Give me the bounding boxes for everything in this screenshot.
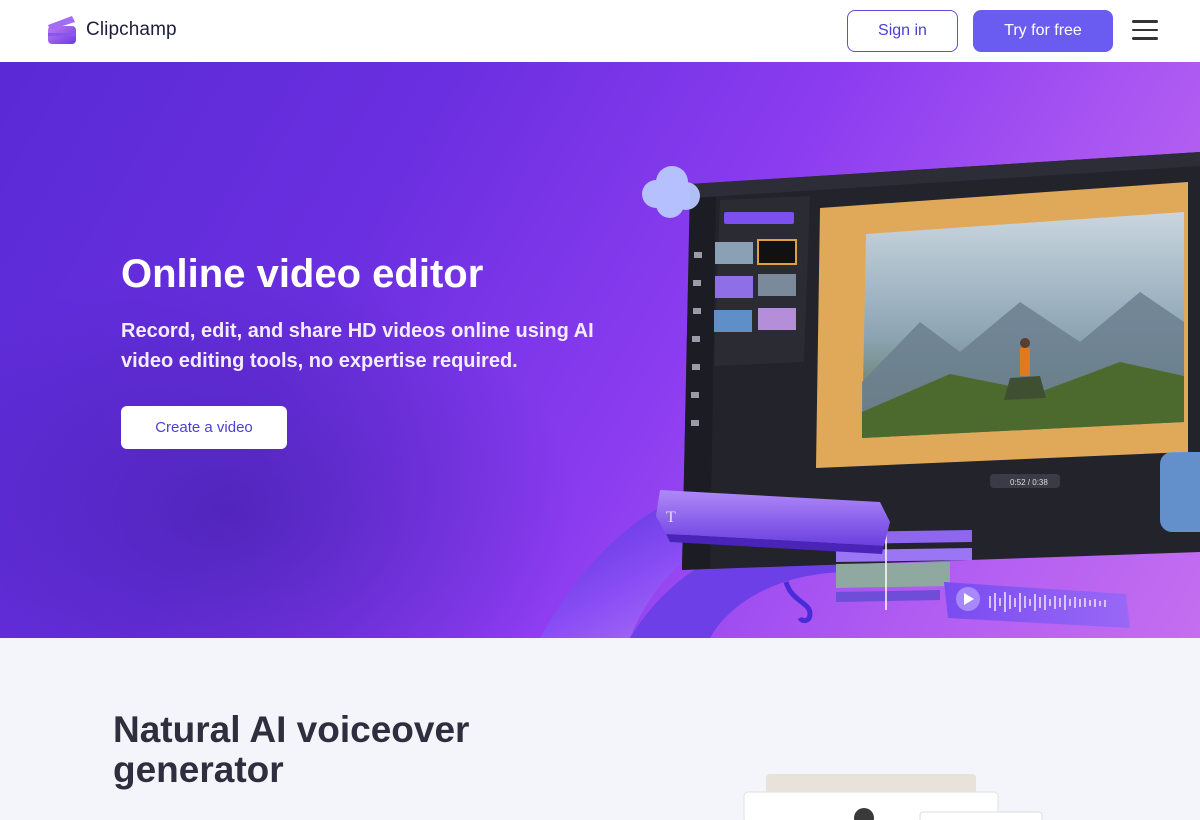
editor-playtime-text: 0:52 / 0:38 (1010, 478, 1048, 487)
voiceover-section: Natural AI voiceover generator (0, 638, 1200, 820)
voiceover-illustration (743, 774, 1043, 820)
svg-text:T: T (666, 509, 676, 526)
top-navigation: Clipchamp Sign in Try for free (0, 0, 1200, 62)
voiceover-section-title: Natural AI voiceover generator (113, 709, 470, 790)
video-editor-illustration: 0:52 / 0:38 T (540, 152, 1200, 638)
hamburger-menu-icon[interactable] (1130, 20, 1160, 44)
sign-in-button[interactable]: Sign in (847, 10, 958, 52)
create-video-button[interactable]: Create a video (121, 406, 287, 449)
hero-section: Online video editor Record, edit, and sh… (0, 62, 1200, 638)
clipchamp-logo-icon (48, 16, 76, 44)
hero-title: Online video editor (121, 252, 484, 296)
try-for-free-button[interactable]: Try for free (973, 10, 1113, 52)
clipchamp-logo[interactable]: Clipchamp (46, 14, 177, 46)
brand-name: Clipchamp (86, 19, 177, 40)
